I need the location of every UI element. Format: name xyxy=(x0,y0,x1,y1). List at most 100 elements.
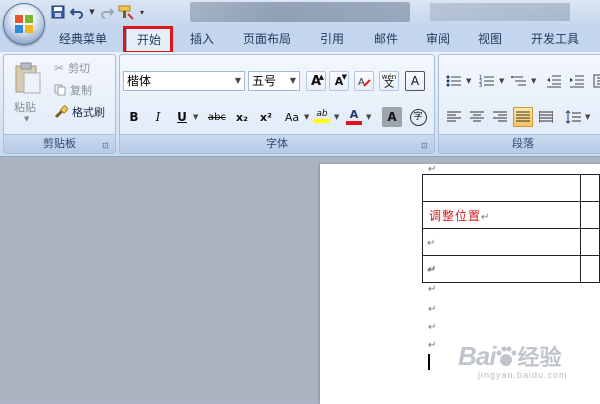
tab-review[interactable]: 审阅 xyxy=(416,26,460,52)
superscript-button[interactable]: x² xyxy=(256,107,276,127)
table-cell[interactable]: ↵ xyxy=(422,255,581,283)
superscript-label: x² xyxy=(260,110,272,124)
increase-indent-icon xyxy=(570,75,584,88)
font-launcher-icon[interactable]: ⊡ xyxy=(421,141,430,150)
italic-label: I xyxy=(155,110,161,124)
undo-icon[interactable] xyxy=(69,4,85,20)
underline-button[interactable]: U xyxy=(172,107,192,127)
cell-paragraph-mark: ↵ xyxy=(427,237,436,249)
baidu-watermark: Bai 经验 jingyan.baidu.com xyxy=(458,340,567,380)
change-case-dropdown-icon[interactable]: ▼ xyxy=(304,113,309,121)
clear-format-icon: A xyxy=(358,77,371,88)
cut-label: 剪切 xyxy=(68,62,91,75)
watermark-url: jingyan.baidu.com xyxy=(478,370,568,380)
bullets-button[interactable] xyxy=(444,71,464,91)
redo-icon[interactable] xyxy=(99,4,115,20)
table-cell[interactable] xyxy=(579,228,600,256)
subscript-button[interactable]: x₂ xyxy=(232,107,252,127)
change-case-button[interactable]: Aa xyxy=(280,107,304,127)
undo-dropdown-icon[interactable]: ▼ xyxy=(88,4,96,20)
table-cell[interactable] xyxy=(422,174,581,202)
multilevel-list-button[interactable] xyxy=(509,71,529,91)
table-row xyxy=(422,174,600,202)
distributed-button[interactable] xyxy=(536,107,556,127)
copy-button[interactable]: 复制 xyxy=(54,81,92,99)
line-spacing-button[interactable] xyxy=(563,107,583,127)
align-center-button[interactable] xyxy=(467,107,487,127)
table-cell[interactable] xyxy=(579,255,600,283)
decrease-indent-button[interactable] xyxy=(544,71,564,91)
tab-developer[interactable]: 开发工具 xyxy=(524,26,586,52)
tab-mailings[interactable]: 邮件 xyxy=(364,26,408,52)
clear-format-button[interactable]: A xyxy=(354,71,374,91)
text-highlight-button[interactable]: ab xyxy=(312,105,332,127)
office-button[interactable] xyxy=(3,3,45,45)
bold-label: B xyxy=(129,110,139,124)
underline-dropdown-icon[interactable]: ▼ xyxy=(193,113,198,121)
table-cell[interactable] xyxy=(579,201,600,229)
font-color-label: A xyxy=(349,107,359,121)
font-size-combo[interactable]: 五号 ▼ xyxy=(248,71,300,91)
paste-button[interactable]: 粘贴 ▼ xyxy=(10,59,46,123)
font-name-dropdown-icon[interactable]: ▼ xyxy=(235,72,241,90)
document-table[interactable]: 调整位置↵ ↵ ↵ xyxy=(422,174,600,283)
tab-page-layout[interactable]: 页面布局 xyxy=(236,26,298,52)
window-title-blurred xyxy=(190,2,410,22)
justify-button[interactable] xyxy=(513,107,533,127)
format-brush-qat-icon[interactable] xyxy=(118,4,134,20)
scissors-icon: ✂ xyxy=(54,61,65,75)
table-cell[interactable]: ↵ xyxy=(422,228,581,256)
copy-icon xyxy=(54,84,66,96)
tab-view[interactable]: 视图 xyxy=(468,26,512,52)
numbering-dropdown-icon[interactable]: ▼ xyxy=(499,77,504,85)
align-right-icon xyxy=(493,111,507,122)
font-size-dropdown-icon[interactable]: ▼ xyxy=(290,72,296,90)
character-border-label: A xyxy=(410,74,420,88)
table-cell-adjust-position[interactable]: 调整位置↵ xyxy=(422,201,581,229)
cut-button[interactable]: ✂ 剪切 xyxy=(54,59,90,77)
format-painter-button[interactable]: 格式刷 xyxy=(54,103,105,121)
home-tab-highlight-box xyxy=(123,26,173,54)
shrink-font-button[interactable]: A ▼ xyxy=(329,71,349,91)
numbering-icon: 123 xyxy=(479,75,494,88)
text-cursor xyxy=(428,354,430,370)
font-name-value: 楷体 xyxy=(127,74,152,88)
align-left-button[interactable] xyxy=(444,107,464,127)
font-name-combo[interactable]: 楷体 ▼ xyxy=(123,71,245,91)
multilevel-list-dropdown-icon[interactable]: ▼ xyxy=(531,77,536,85)
bullets-dropdown-icon[interactable]: ▼ xyxy=(466,77,471,85)
tab-classic-menu[interactable]: 经典菜单 xyxy=(50,26,116,52)
tab-references[interactable]: 引用 xyxy=(310,26,354,52)
underline-label: U xyxy=(177,110,187,124)
office-logo-icon xyxy=(15,15,33,33)
character-shading-button[interactable]: A xyxy=(382,107,402,127)
align-left-icon xyxy=(447,111,461,122)
chinese-layout-button[interactable] xyxy=(590,71,600,91)
highlight-dropdown-icon[interactable]: ▼ xyxy=(334,113,339,121)
customize-qat-icon[interactable]: ▾ xyxy=(137,4,147,20)
highlight-color-bar xyxy=(314,119,330,123)
font-color-dropdown-icon[interactable]: ▼ xyxy=(366,113,371,121)
line-spacing-dropdown-icon[interactable]: ▼ xyxy=(585,113,590,121)
bold-button[interactable]: B xyxy=(124,107,144,127)
increase-indent-button[interactable] xyxy=(567,71,587,91)
numbering-button[interactable]: 123 xyxy=(477,71,497,91)
phonetic-guide-button[interactable]: wén 文 xyxy=(379,71,399,91)
align-right-button[interactable] xyxy=(490,107,510,127)
strikethrough-button[interactable]: abc xyxy=(204,107,230,127)
format-painter-icon xyxy=(54,105,68,119)
tab-insert[interactable]: 插入 xyxy=(180,26,224,52)
table-cell[interactable] xyxy=(579,174,600,202)
italic-button[interactable]: I xyxy=(148,107,168,127)
ribbon: 粘贴 ▼ ✂ 剪切 复制 格式刷 剪贴板 ⊡ 楷体 ▼ 五号 ▼ A ▲ A ▼… xyxy=(0,52,600,157)
chinese-layout-icon xyxy=(593,74,600,88)
font-color-button[interactable]: A xyxy=(344,105,364,127)
enclose-characters-label: 字 xyxy=(409,108,427,126)
save-icon[interactable] xyxy=(50,4,66,20)
clipboard-launcher-icon[interactable]: ⊡ xyxy=(102,141,111,150)
enclose-characters-button[interactable]: 字 xyxy=(408,107,428,127)
character-border-button[interactable]: A xyxy=(405,71,425,91)
grow-font-button[interactable]: A ▲ xyxy=(306,71,326,91)
character-shading-label: A xyxy=(387,110,397,124)
paste-label: 粘贴 xyxy=(14,101,36,114)
